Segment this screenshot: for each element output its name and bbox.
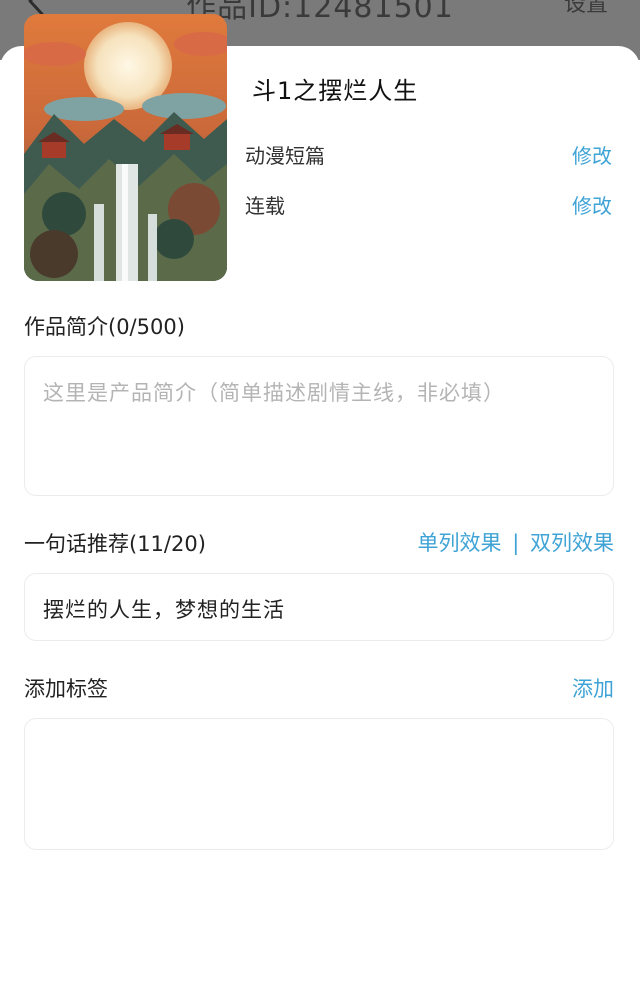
- intro-label: 作品简介(0/500): [24, 315, 185, 339]
- intro-placeholder: 这里是产品简介（简单描述剧情主线，非必填）: [43, 381, 505, 405]
- separator: |: [512, 531, 520, 555]
- double-column-effect-button[interactable]: 双列效果: [530, 531, 614, 555]
- intro-textarea[interactable]: 这里是产品简介（简单描述剧情主线，非必填）: [24, 356, 614, 496]
- recommend-input[interactable]: 摆烂的人生，梦想的生活: [24, 573, 614, 641]
- tags-area[interactable]: [24, 718, 614, 850]
- category-value: 动漫短篇: [245, 144, 325, 168]
- recommend-value: 摆烂的人生，梦想的生活: [43, 598, 285, 622]
- work-title: 斗1之摆烂人生: [252, 77, 419, 105]
- status-row: 连载 修改: [245, 190, 612, 222]
- edit-status-button[interactable]: 修改: [572, 190, 612, 219]
- cover-artwork: [24, 14, 227, 281]
- recommend-label: 一句话推荐(11/20): [24, 532, 206, 556]
- add-tag-button[interactable]: 添加: [572, 673, 614, 703]
- status-value: 连载: [245, 194, 285, 218]
- edit-category-button[interactable]: 修改: [572, 140, 612, 169]
- single-column-effect-button[interactable]: 单列效果: [418, 531, 502, 555]
- cover-image[interactable]: [24, 14, 227, 281]
- layout-toggle: 单列效果 | 双列效果: [418, 527, 614, 557]
- category-row: 动漫短篇 修改: [245, 140, 612, 172]
- tags-label: 添加标签: [24, 677, 108, 701]
- settings-button[interactable]: 设置: [564, 0, 608, 18]
